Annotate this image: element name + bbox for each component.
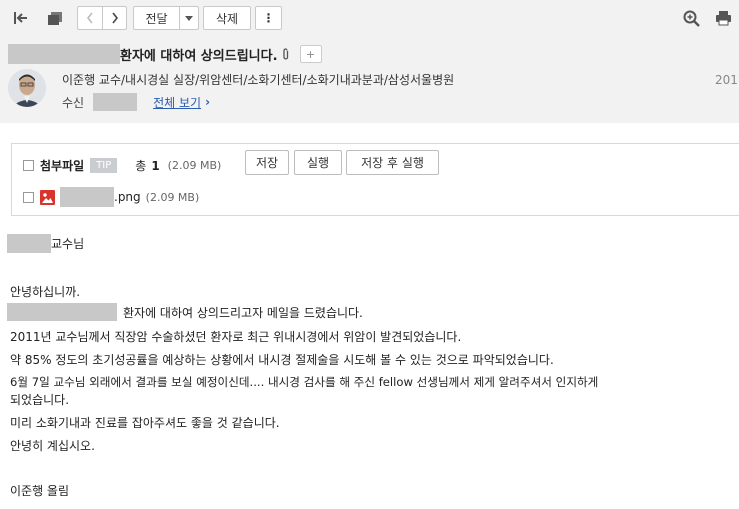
mail-subject: 환자에 대하여 상의드립니다. + xyxy=(8,44,322,64)
redacted-recipient xyxy=(93,93,138,111)
attachment-file-ext[interactable]: .png xyxy=(114,190,141,204)
chevron-left-icon xyxy=(86,12,93,24)
attachment-panel: 첨부파일 TIP 총 1 (2.09 MB) 저장 실행 저장 후 실행 .pn… xyxy=(11,143,739,216)
body-hello: 안녕하십니까. xyxy=(10,285,81,299)
redacted-patient-name xyxy=(8,44,120,64)
next-mail-button[interactable] xyxy=(102,6,127,30)
move-folder-icon[interactable] xyxy=(44,8,66,28)
body-line4b: 되었습니다. xyxy=(10,393,70,407)
redacted-professor-name xyxy=(7,234,51,253)
recipient-label: 수신 xyxy=(62,95,85,110)
total-label: 총 xyxy=(135,159,147,173)
chevron-right-icon: › xyxy=(205,95,211,109)
attachment-file-checkbox[interactable] xyxy=(23,191,34,203)
redacted-patient-name-body xyxy=(7,303,117,321)
total-count: 1 xyxy=(151,158,160,173)
mail-date: 2017 xyxy=(715,73,739,87)
recipient-row: 수신 전체 보기 › xyxy=(62,93,210,111)
forward-dropdown-button[interactable] xyxy=(179,6,199,30)
forward-button[interactable]: 전달 xyxy=(133,6,180,30)
more-options-button[interactable]: ⋮ xyxy=(255,6,282,30)
plus-icon: + xyxy=(305,47,316,61)
more-options-icon: ⋮ xyxy=(262,11,275,25)
attachment-label: 첨부파일 xyxy=(40,159,85,173)
body-line1: 환자에 대하여 상의드리고자 메일을 드렸습니다. xyxy=(123,305,363,320)
print-icon[interactable] xyxy=(712,8,734,28)
body-greeting: 교수님 xyxy=(51,237,85,251)
show-all-label: 전체 보기 xyxy=(153,95,202,110)
attachment-header: 첨부파일 TIP 총 1 (2.09 MB) xyxy=(23,157,221,174)
total-size: (2.09 MB) xyxy=(167,159,222,172)
redacted-file-name[interactable] xyxy=(60,187,114,207)
prev-mail-button[interactable] xyxy=(77,6,102,30)
attachment-file-row: .png (2.09 MB) xyxy=(23,187,199,207)
sender-name[interactable]: 이준행 교수/내시경실 실장/위암센터/소화기센터/소화기내과분과/삼성서울병원 xyxy=(62,71,454,88)
tip-badge[interactable]: TIP xyxy=(90,158,118,173)
delete-button-label: 삭제 xyxy=(215,11,239,26)
subject-text: 환자에 대하여 상의드립니다. xyxy=(120,48,278,64)
chevron-right-icon xyxy=(111,12,118,24)
select-all-attachments-checkbox[interactable] xyxy=(23,160,34,171)
body-line2: 2011년 교수님께서 직장암 수술하셨던 환자로 최근 위내시경에서 위암이 … xyxy=(10,330,462,344)
body-line1-row: 환자에 대하여 상의드리고자 메일을 드렸습니다. xyxy=(7,303,363,321)
mail-header-area: 전달 삭제 ⋮ 환자에 대하여 상의드립니다. + 이준행 교수/내시경실 실장… xyxy=(0,0,739,123)
run-button-label: 실행 xyxy=(306,156,330,170)
body-line6: 안녕히 계십시오. xyxy=(10,439,95,453)
save-and-run-label: 저장 후 실행 xyxy=(361,156,424,170)
body-line4a: 6월 7일 교수님 외래에서 결과를 보실 예정이신데.... 내시경 검사를 … xyxy=(10,375,599,389)
forward-button-label: 전달 xyxy=(145,11,168,26)
add-tag-button[interactable]: + xyxy=(299,45,322,63)
save-button[interactable]: 저장 xyxy=(245,150,289,175)
show-all-link[interactable]: 전체 보기 › xyxy=(153,94,210,111)
sender-avatar xyxy=(8,69,46,107)
back-to-list-icon[interactable] xyxy=(10,8,32,28)
save-and-run-button[interactable]: 저장 후 실행 xyxy=(346,150,439,175)
delete-button[interactable]: 삭제 xyxy=(203,6,251,30)
save-button-label: 저장 xyxy=(255,156,279,170)
body-line3: 약 85% 정도의 초기성공률을 예상하는 상황에서 내시경 절제술을 시도해 … xyxy=(10,353,554,367)
body-line5: 미리 소화기내과 진료를 잡아주셔도 좋을 것 같습니다. xyxy=(10,416,280,430)
run-button[interactable]: 실행 xyxy=(294,150,342,175)
attachment-clip-icon xyxy=(282,47,290,61)
image-file-icon xyxy=(40,189,55,205)
attachment-file-size: (2.09 MB) xyxy=(145,190,200,204)
body-greeting-row: 교수님 xyxy=(7,234,85,253)
zoom-in-icon[interactable] xyxy=(680,8,702,28)
caret-down-icon xyxy=(185,15,193,21)
body-signature: 이준행 올림 xyxy=(10,484,70,498)
